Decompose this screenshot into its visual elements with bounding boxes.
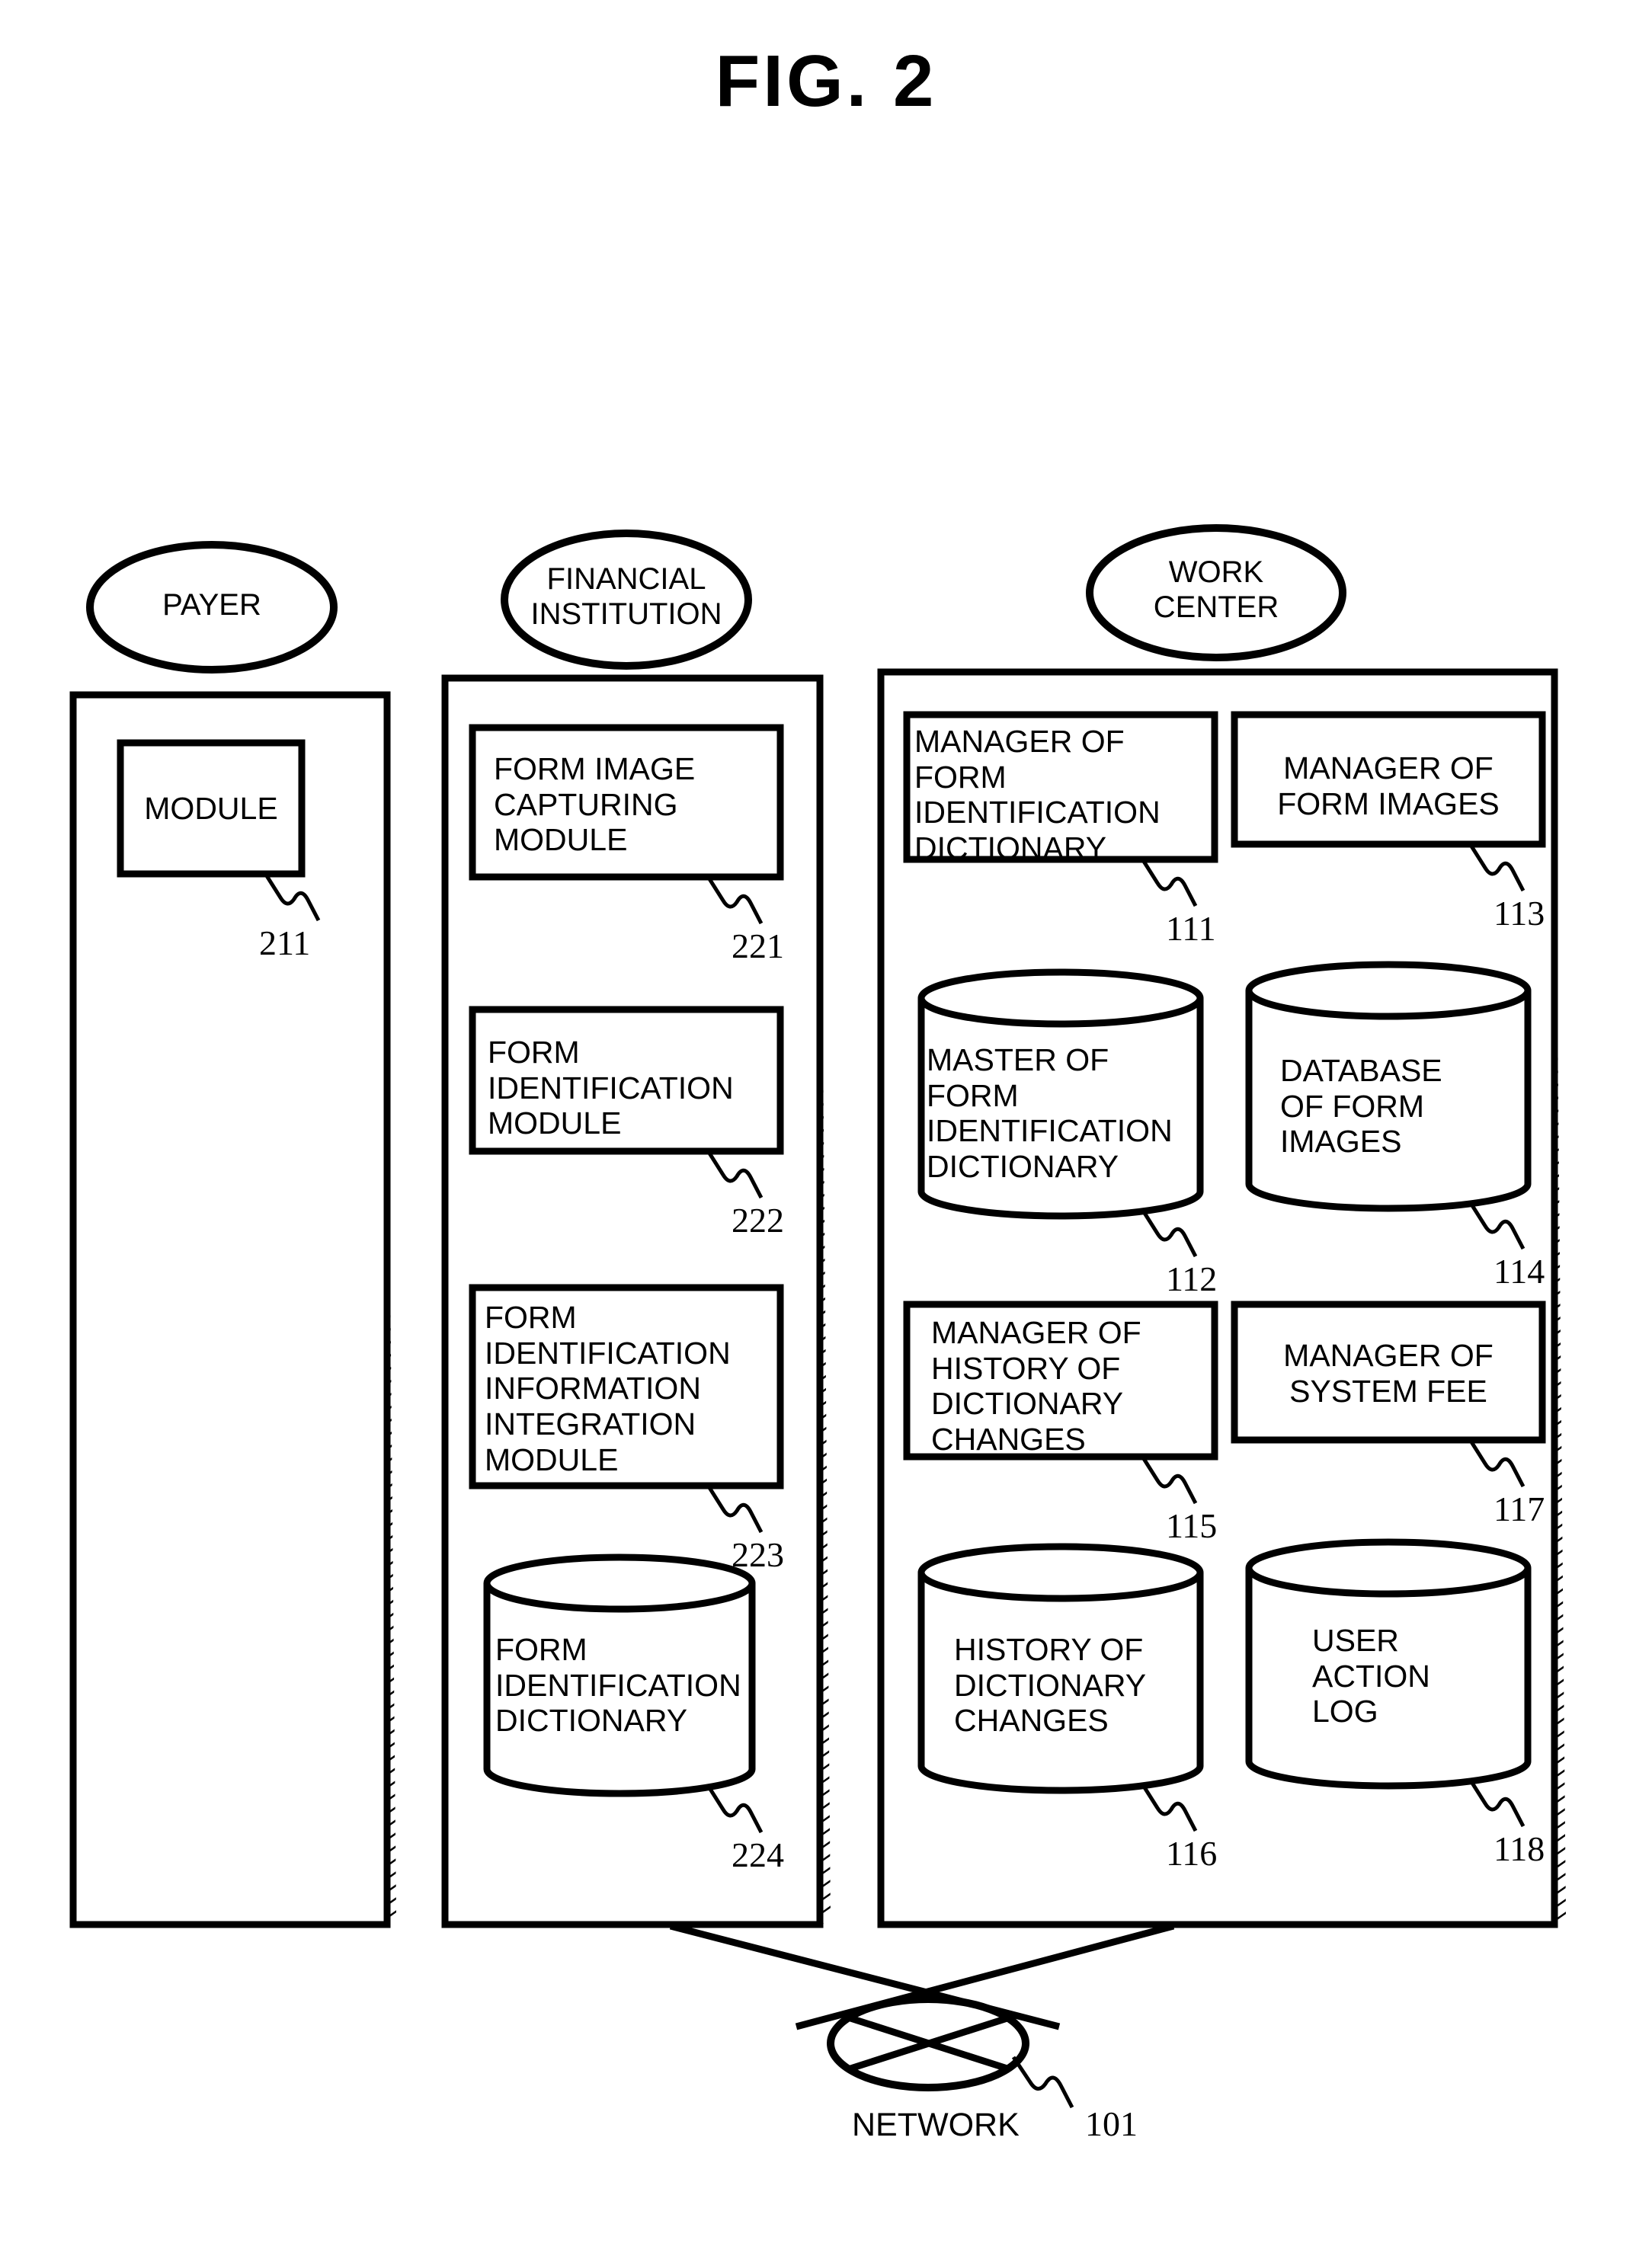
ref-118: 118 xyxy=(1494,1829,1545,1868)
payer-panel xyxy=(69,691,391,1928)
master-of-form-identification-dictionary-label: MASTER OF FORM IDENTIFICATION DICTIONARY xyxy=(927,1042,1173,1185)
leader-line-101 xyxy=(1011,2056,1074,2109)
ref-224: 224 xyxy=(732,1835,784,1874)
ref-222: 222 xyxy=(732,1201,784,1240)
actor-label-payer: PAYER xyxy=(162,588,261,622)
manager-of-history-of-dictionary-changes-label: MANAGER OF HISTORY OF DICTIONARY CHANGES xyxy=(931,1315,1141,1457)
patent-figure: FIG. 2 PAYER FINANCIAL INSTITUTION WORK … xyxy=(0,0,1652,2243)
form-identification-dictionary-label: FORM IDENTIFICATION DICTIONARY xyxy=(495,1632,741,1739)
manager-of-system-fee-label: MANAGER OF SYSTEM FEE xyxy=(1283,1338,1494,1409)
database-of-form-images-label: DATABASE OF FORM IMAGES xyxy=(1280,1053,1442,1160)
payer-panel-group xyxy=(69,691,396,1928)
form-identification-information-integration-module-label: FORM IDENTIFICATION INFORMATION INTEGRAT… xyxy=(485,1300,731,1477)
history-of-dictionary-changes-label: HISTORY OF DICTIONARY CHANGES xyxy=(954,1632,1147,1739)
user-action-log-label: USER ACTION LOG xyxy=(1312,1623,1430,1729)
module-label: MODULE xyxy=(144,791,278,826)
ref-223: 223 xyxy=(732,1535,784,1574)
manager-of-form-identification-dictionary-label: MANAGER OF FORM IDENTIFICATION DICTIONAR… xyxy=(914,724,1161,866)
form-identification-module-label: FORM IDENTIFICATION MODULE xyxy=(488,1035,734,1141)
ref-116: 116 xyxy=(1166,1834,1218,1873)
ref-112: 112 xyxy=(1166,1259,1218,1298)
ref-113: 113 xyxy=(1494,894,1545,933)
ref-117: 117 xyxy=(1494,1489,1545,1528)
network-label: NETWORK xyxy=(852,2107,1020,2143)
ref-114: 114 xyxy=(1494,1252,1545,1291)
ref-221: 221 xyxy=(732,926,784,965)
actor-label-financial-institution: FINANCIAL INSTITUTION xyxy=(530,562,722,631)
ref-111: 111 xyxy=(1166,909,1216,948)
actor-label-work-center: WORK CENTER xyxy=(1153,555,1279,624)
form-image-capturing-module-label: FORM IMAGE CAPTURING MODULE xyxy=(494,751,696,858)
ref-211: 211 xyxy=(259,923,311,962)
ref-115: 115 xyxy=(1166,1506,1218,1545)
ref-101: 101 xyxy=(1085,2104,1138,2143)
manager-of-form-images-label: MANAGER OF FORM IMAGES xyxy=(1277,750,1500,821)
